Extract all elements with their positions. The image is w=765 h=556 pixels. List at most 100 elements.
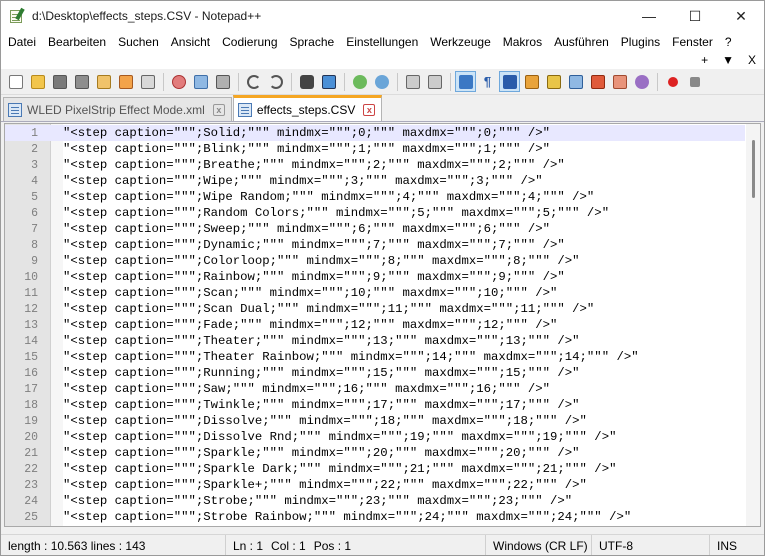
editor-line[interactable]: 20 "<step caption=""";Dissolve Rnd;""" mi…	[5, 429, 745, 445]
zoom-in-icon[interactable]	[349, 71, 370, 92]
menu-werkzeuge[interactable]: Werkzeuge	[424, 35, 496, 49]
menu-datei[interactable]: Datei	[1, 35, 42, 49]
text-editor[interactable]: 1 "<step caption=""";Solid;""" mindmx="""…	[4, 123, 761, 527]
tab-wled-pixelstrip[interactable]: WLED PixelStrip Effect Mode.xml x	[3, 97, 232, 121]
copy-icon[interactable]	[190, 71, 211, 92]
editor-line[interactable]: 7 "<step caption=""";Sweep;""" mindmx="""…	[5, 221, 745, 237]
editor-line[interactable]: 16 "<step caption=""";Running;""" mindmx=…	[5, 365, 745, 381]
close-all-icon[interactable]	[115, 71, 136, 92]
notepadpp-app-icon	[9, 7, 25, 24]
editor-line[interactable]: 15 "<step caption=""";Theater Rainbow;"""…	[5, 349, 745, 365]
sync-vertical-icon[interactable]	[402, 71, 423, 92]
tab-effects-steps[interactable]: effects_steps.CSV x	[232, 95, 383, 121]
open-file-icon[interactable]	[27, 71, 48, 92]
doc-map-icon[interactable]	[521, 71, 542, 92]
editor-line[interactable]: 12 "<step caption=""";Scan Dual;""" mindm…	[5, 301, 745, 317]
menu-codierung[interactable]: Codierung	[216, 35, 283, 49]
print-icon[interactable]	[137, 71, 158, 92]
status-pos: Pos : 1	[313, 538, 352, 553]
editor-line[interactable]: 18 "<step caption=""";Twinkle;""" mindmx=…	[5, 397, 745, 413]
doc-list-icon[interactable]	[565, 71, 586, 92]
menu-plugins[interactable]: Plugins	[615, 35, 666, 49]
editor-line[interactable]: 11 "<step caption=""";Scan;""" mindmx="""…	[5, 285, 745, 301]
menu-ausfuehren[interactable]: Ausführen	[548, 35, 615, 49]
save-all-icon[interactable]	[71, 71, 92, 92]
editor-line[interactable]: 3 "<step caption=""";Breathe;""" mindmx="…	[5, 157, 745, 173]
editor-line[interactable]: 13 "<step caption=""";Fade;""" mindmx="""…	[5, 317, 745, 333]
zoom-out-icon[interactable]	[371, 71, 392, 92]
menu-ansicht[interactable]: Ansicht	[165, 35, 216, 49]
cut-icon[interactable]	[168, 71, 189, 92]
folder-icon[interactable]	[609, 71, 630, 92]
redo-icon[interactable]	[265, 71, 286, 92]
menu-bearbeiten[interactable]: Bearbeiten	[42, 35, 112, 49]
line-number: 25	[24, 510, 38, 524]
scrollbar-thumb[interactable]	[752, 140, 755, 198]
monitor-icon[interactable]	[631, 71, 652, 92]
line-text: "<step caption=""";Random Colors;""" min…	[63, 206, 610, 220]
editor-line[interactable]: 14 "<step caption=""";Theater;""" mindmx=…	[5, 333, 745, 349]
minimize-button[interactable]: —	[626, 1, 672, 31]
line-text: "<step caption=""";Wipe Random;""" mindm…	[63, 190, 595, 204]
editor-line[interactable]: 17 "<step caption=""";Saw;""" mindmx=""";…	[5, 381, 745, 397]
close-document-icon[interactable]: X	[748, 53, 756, 67]
new-file-icon[interactable]	[5, 71, 26, 92]
word-wrap-icon[interactable]	[455, 71, 476, 92]
editor-line[interactable]: 24 "<step caption=""";Strobe;""" mindmx="…	[5, 493, 745, 509]
menu-suchen[interactable]: Suchen	[112, 35, 165, 49]
editor-line[interactable]: 25 "<step caption=""";Strobe Rainbow;""" …	[5, 509, 745, 525]
vertical-scrollbar[interactable]	[746, 124, 760, 526]
line-number: 14	[24, 334, 38, 348]
stop-macro-icon[interactable]	[684, 71, 705, 92]
folder-workspace-icon[interactable]	[587, 71, 608, 92]
menu-bar: Datei Bearbeiten Suchen Ansicht Codierun…	[1, 31, 764, 53]
indent-guide-icon[interactable]	[499, 71, 520, 92]
editor-line[interactable]: 10 "<step caption=""";Rainbow;""" mindmx=…	[5, 269, 745, 285]
menu-sprache[interactable]: Sprache	[284, 35, 341, 49]
save-icon[interactable]	[49, 71, 70, 92]
replace-icon[interactable]	[318, 71, 339, 92]
editor-line[interactable]: 2 "<step caption=""";Blink;""" mindmx="""…	[5, 141, 745, 157]
new-tab-plus-icon[interactable]: +	[701, 53, 708, 67]
tab-list-dropdown-icon[interactable]: ▼	[722, 53, 734, 67]
show-all-chars-icon[interactable]: ¶	[477, 71, 498, 92]
title-bar[interactable]: d:\Desktop\effects_steps.CSV - Notepad++…	[1, 1, 764, 31]
maximize-button[interactable]: ☐	[672, 1, 718, 31]
editor-line[interactable]: 23 "<step caption=""";Sparkle+;""" mindmx…	[5, 477, 745, 493]
line-number: 13	[24, 318, 38, 332]
menu-help[interactable]: ?	[719, 35, 738, 49]
line-text: "<step caption=""";Sparkle Dark;""" mind…	[63, 462, 617, 476]
status-insert-mode[interactable]: INS	[710, 535, 744, 556]
status-encoding[interactable]: UTF-8	[592, 534, 710, 555]
editor-line[interactable]: 5 "<step caption=""";Wipe Random;""" mind…	[5, 189, 745, 205]
editor-line[interactable]: 9 "<step caption=""";Colorloop;""" mindmx…	[5, 253, 745, 269]
menu-einstellungen[interactable]: Einstellungen	[340, 35, 424, 49]
close-window-button[interactable]: ✕	[718, 1, 764, 31]
status-eol[interactable]: Windows (CR LF)	[486, 534, 592, 555]
line-text: "<step caption=""";Scan;""" mindmx=""";1…	[63, 286, 558, 300]
editor-line[interactable]: 22 "<step caption=""";Sparkle Dark;""" mi…	[5, 461, 745, 477]
find-icon[interactable]	[296, 71, 317, 92]
status-length: length : 10.563 lines : 143	[1, 534, 226, 555]
menu-makros[interactable]: Makros	[497, 35, 548, 49]
editor-line[interactable]: 6 "<step caption=""";Random Colors;""" mi…	[5, 205, 745, 221]
function-list-icon[interactable]	[543, 71, 564, 92]
editor-line[interactable]: 1 "<step caption=""";Solid;""" mindmx="""…	[5, 125, 745, 141]
editor-line[interactable]: 8 "<step caption=""";Dynamic;""" mindmx="…	[5, 237, 745, 253]
line-number: 8	[31, 238, 38, 252]
menu-fenster[interactable]: Fenster	[666, 35, 719, 49]
record-macro-icon[interactable]	[662, 71, 683, 92]
editor-line[interactable]: 19 "<step caption=""";Dissolve;""" mindmx…	[5, 413, 745, 429]
sync-horizontal-icon[interactable]	[424, 71, 445, 92]
status-bar: length : 10.563 lines : 143 Ln : 1 Col :…	[1, 534, 764, 556]
undo-icon[interactable]	[243, 71, 264, 92]
editor-line[interactable]: 4 "<step caption=""";Wipe;""" mindmx=""";…	[5, 173, 745, 189]
file-icon	[237, 102, 252, 117]
close-tab-icon[interactable]: x	[363, 103, 376, 116]
editor-line[interactable]: 21 "<step caption=""";Sparkle;""" mindmx=…	[5, 445, 745, 461]
close-tab-icon[interactable]: x	[212, 103, 225, 116]
close-icon[interactable]	[93, 71, 114, 92]
status-column: Col : 1	[271, 538, 306, 553]
paste-icon[interactable]	[212, 71, 233, 92]
tab-label: WLED PixelStrip Effect Mode.xml	[27, 102, 205, 117]
